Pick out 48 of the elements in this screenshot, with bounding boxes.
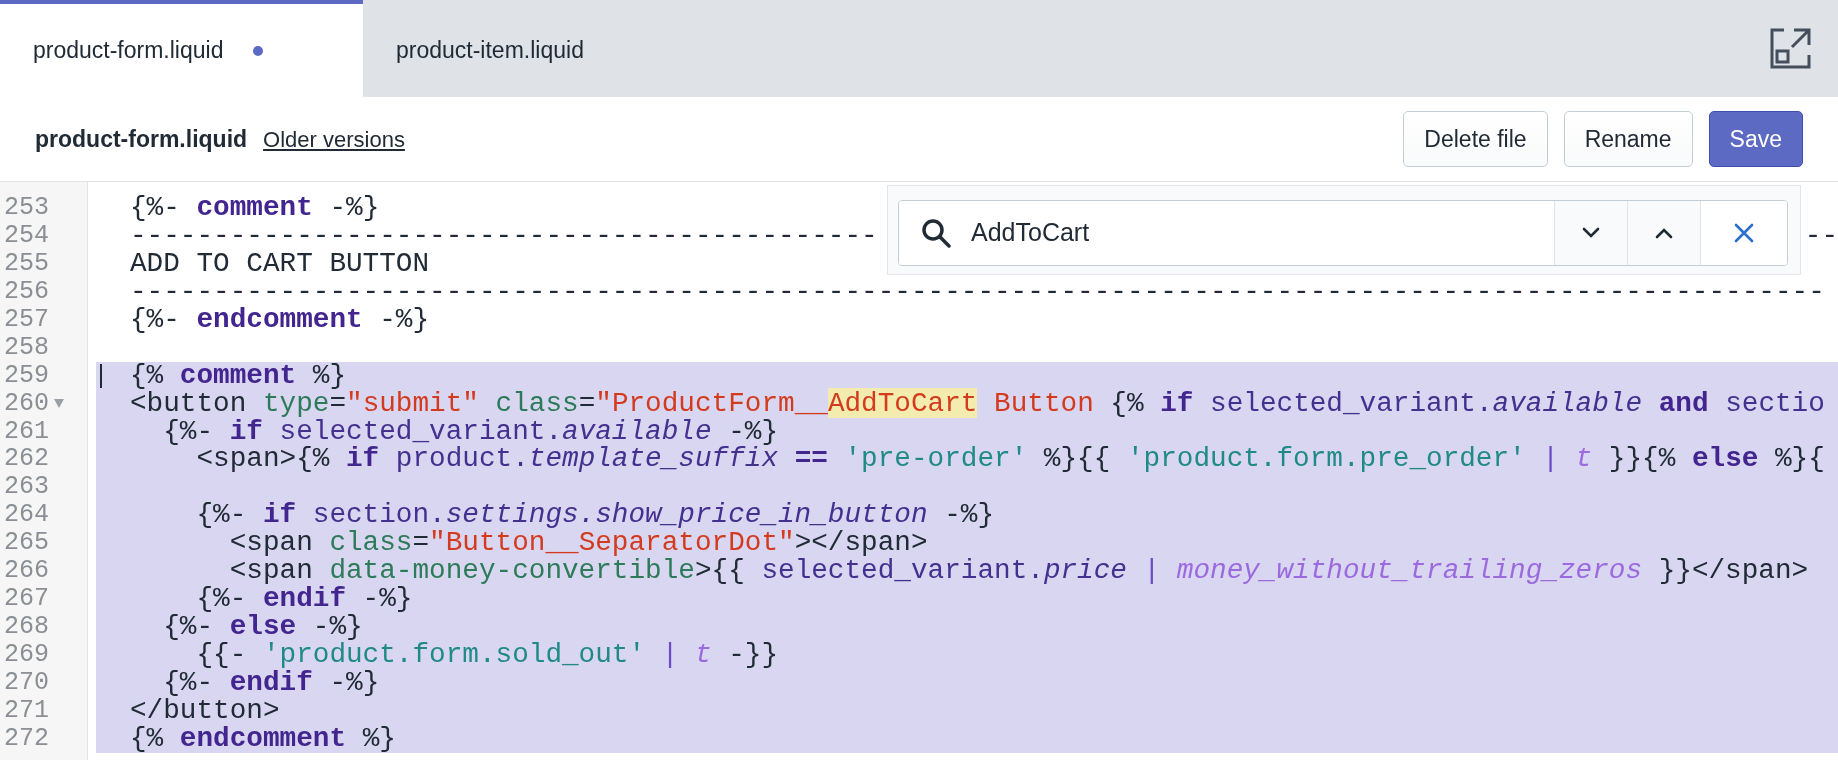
expand-icon[interactable] (1770, 28, 1811, 69)
code-text: ADD TO CART BUTTON (130, 249, 430, 278)
line-number: 267 (4, 585, 49, 614)
header-button[interactable]: Delete file (1403, 111, 1548, 167)
code-text: {%- if selected_variant.available -%} (162, 417, 779, 446)
code-text: <button type="submit" class="ProductForm__AddToCart Button {% if selected_variant.available and sectio (130, 389, 1825, 418)
code-text: <span data-money-convertible>{{ selected_variant.price | money_without_trailing_zeros }}</span> (229, 557, 1809, 586)
code-text: <span>{% if product.template_suffix == 'pre-order' %}{{ 'product.form.pre_order' | t }}{% else %}{ (196, 445, 1825, 474)
header-button[interactable]: Rename (1563, 111, 1693, 167)
line-number: 253 (4, 194, 49, 222)
older-versions-link[interactable]: Older versions (263, 122, 405, 156)
line-number: 269 (4, 641, 49, 669)
line-number: 265 (4, 529, 49, 558)
line-number: 270 (4, 668, 49, 697)
line-number: 254 (4, 221, 49, 250)
code-text: </button> (130, 696, 280, 725)
line-number: 255 (4, 249, 49, 278)
code-text: {% comment %} (130, 361, 347, 390)
line-number: 272 (4, 724, 49, 753)
code-text: --------------------------------------------- (130, 221, 878, 250)
file-tab[interactable]: product-form.liquid (0, 0, 363, 97)
line-number: 259 (4, 361, 49, 390)
code-text: {%- endcomment -%} (130, 305, 430, 334)
code-text: {%- else -%} (162, 613, 363, 641)
line-number: 256 (4, 277, 49, 306)
line-number: 271 (4, 696, 49, 725)
code-text: {% endcomment %} (130, 724, 396, 753)
code-text: <span class="Button__SeparatorDot"></span> (229, 529, 928, 558)
code-text: {%- comment -%} (130, 194, 380, 222)
line-number: 268 (4, 613, 49, 641)
fold-arrow-icon[interactable] (54, 399, 64, 409)
header-button[interactable]: Save (1708, 111, 1803, 167)
line-number: 263 (4, 473, 49, 502)
code-text: {%- endif -%} (196, 585, 413, 614)
line-number: 261 (4, 417, 49, 446)
file-tab[interactable]: product-item.liquid (363, 0, 726, 97)
code-text: {%- if section.settings.show_price_in_button -%} (195, 501, 994, 530)
code-text: {%- endif -%} (162, 668, 380, 697)
code-text: ------------------------------------------------------------------------------------------------------ (130, 277, 1825, 306)
line-number: 264 (4, 501, 49, 530)
code-text: {{- 'product.form.sold_out' | t -}} (196, 641, 778, 669)
line-number: 262 (4, 445, 49, 474)
line-number: 266 (4, 557, 49, 586)
line-number: 258 (4, 333, 49, 362)
line-number: 260 (4, 389, 49, 418)
code-text: -- (1804, 221, 1838, 250)
file-title: product-form.liquid (35, 124, 248, 154)
line-number: 257 (4, 305, 49, 334)
